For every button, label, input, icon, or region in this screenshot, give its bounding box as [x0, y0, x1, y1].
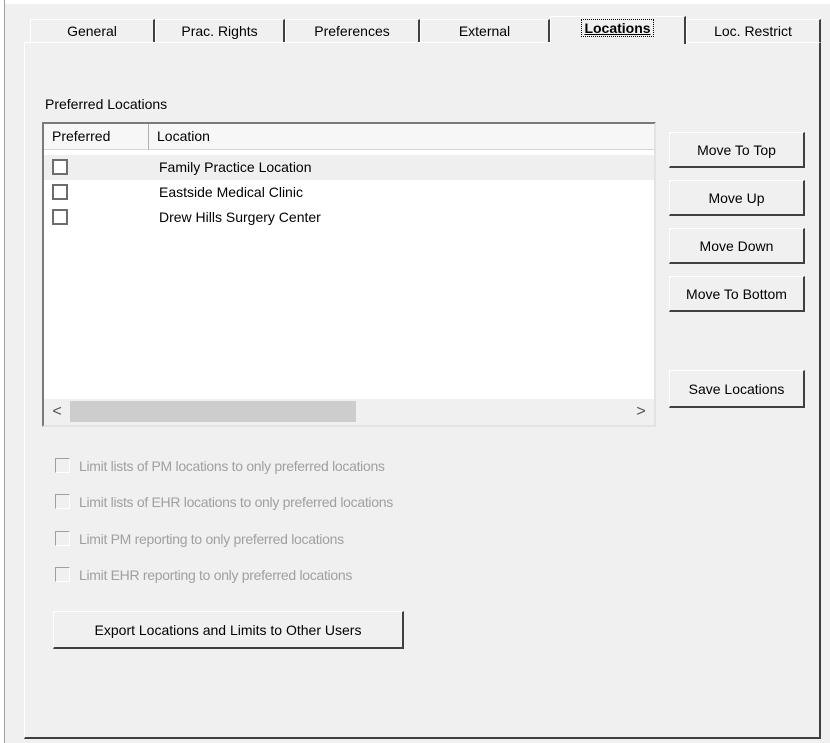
move-up-button[interactable]: Move Up [669, 180, 805, 216]
location-name: Family Practice Location [159, 159, 312, 175]
tab-label: General [67, 23, 117, 39]
section-title: Preferred Locations [45, 96, 168, 112]
export-locations-button[interactable]: Export Locations and Limits to Other Use… [53, 611, 404, 649]
list-item[interactable]: Family Practice Location [44, 155, 654, 180]
tab-external[interactable]: External [420, 19, 550, 43]
limit-ehr-reporting-label: Limit EHR reporting to only preferred lo… [79, 567, 353, 583]
move-to-bottom-button[interactable]: Move To Bottom [669, 276, 805, 312]
limit-ehr-lists-label: Limit lists of EHR locations to only pre… [79, 494, 393, 510]
limit-ehr-lists-checkbox[interactable] [55, 494, 70, 509]
tab-label: Preferences [314, 23, 390, 39]
tab-label: Locations [581, 19, 654, 37]
tab-label: Loc. Restrict [714, 23, 792, 39]
tab-prac-rights[interactable]: Prac. Rights [155, 19, 285, 43]
limit-pm-reporting-label: Limit PM reporting to only preferred loc… [79, 531, 344, 547]
window-left-edge [0, 0, 5, 743]
location-name: Eastside Medical Clinic [159, 184, 303, 200]
scroll-right-arrow[interactable]: > [628, 399, 654, 425]
scrollbar-thumb[interactable] [70, 401, 356, 422]
list-item[interactable]: Drew Hills Surgery Center [44, 205, 654, 230]
tab-label: Prac. Rights [181, 23, 258, 39]
preferred-checkbox[interactable] [52, 209, 68, 225]
list-item[interactable]: Eastside Medical Clinic [44, 180, 654, 205]
preferred-checkbox[interactable] [52, 159, 68, 175]
tab-locations[interactable]: Locations [550, 16, 686, 44]
scroll-left-arrow[interactable]: < [44, 399, 70, 425]
limit-pm-reporting-checkbox[interactable] [55, 531, 70, 546]
move-to-top-button[interactable]: Move To Top [669, 132, 805, 168]
tab-loc-restrict[interactable]: Loc. Restrict [686, 19, 821, 43]
column-header-preferred[interactable]: Preferred [44, 124, 149, 150]
tab-preferences[interactable]: Preferences [285, 19, 420, 43]
preferred-locations-list[interactable]: Preferred Location Family Practice Locat… [42, 122, 656, 427]
save-locations-button[interactable]: Save Locations [669, 370, 805, 408]
move-down-button[interactable]: Move Down [669, 228, 805, 264]
limit-pm-lists-label: Limit lists of PM locations to only pref… [79, 458, 385, 474]
tab-general[interactable]: General [30, 19, 155, 43]
column-header-location[interactable]: Location [149, 124, 654, 150]
limit-pm-lists-checkbox[interactable] [55, 458, 70, 473]
window-top-edge [0, 0, 830, 4]
horizontal-scrollbar[interactable]: < > [44, 399, 654, 425]
preferred-checkbox[interactable] [52, 184, 68, 200]
limit-ehr-reporting-checkbox[interactable] [55, 567, 70, 582]
location-name: Drew Hills Surgery Center [159, 209, 321, 225]
tab-label: External [458, 23, 511, 39]
